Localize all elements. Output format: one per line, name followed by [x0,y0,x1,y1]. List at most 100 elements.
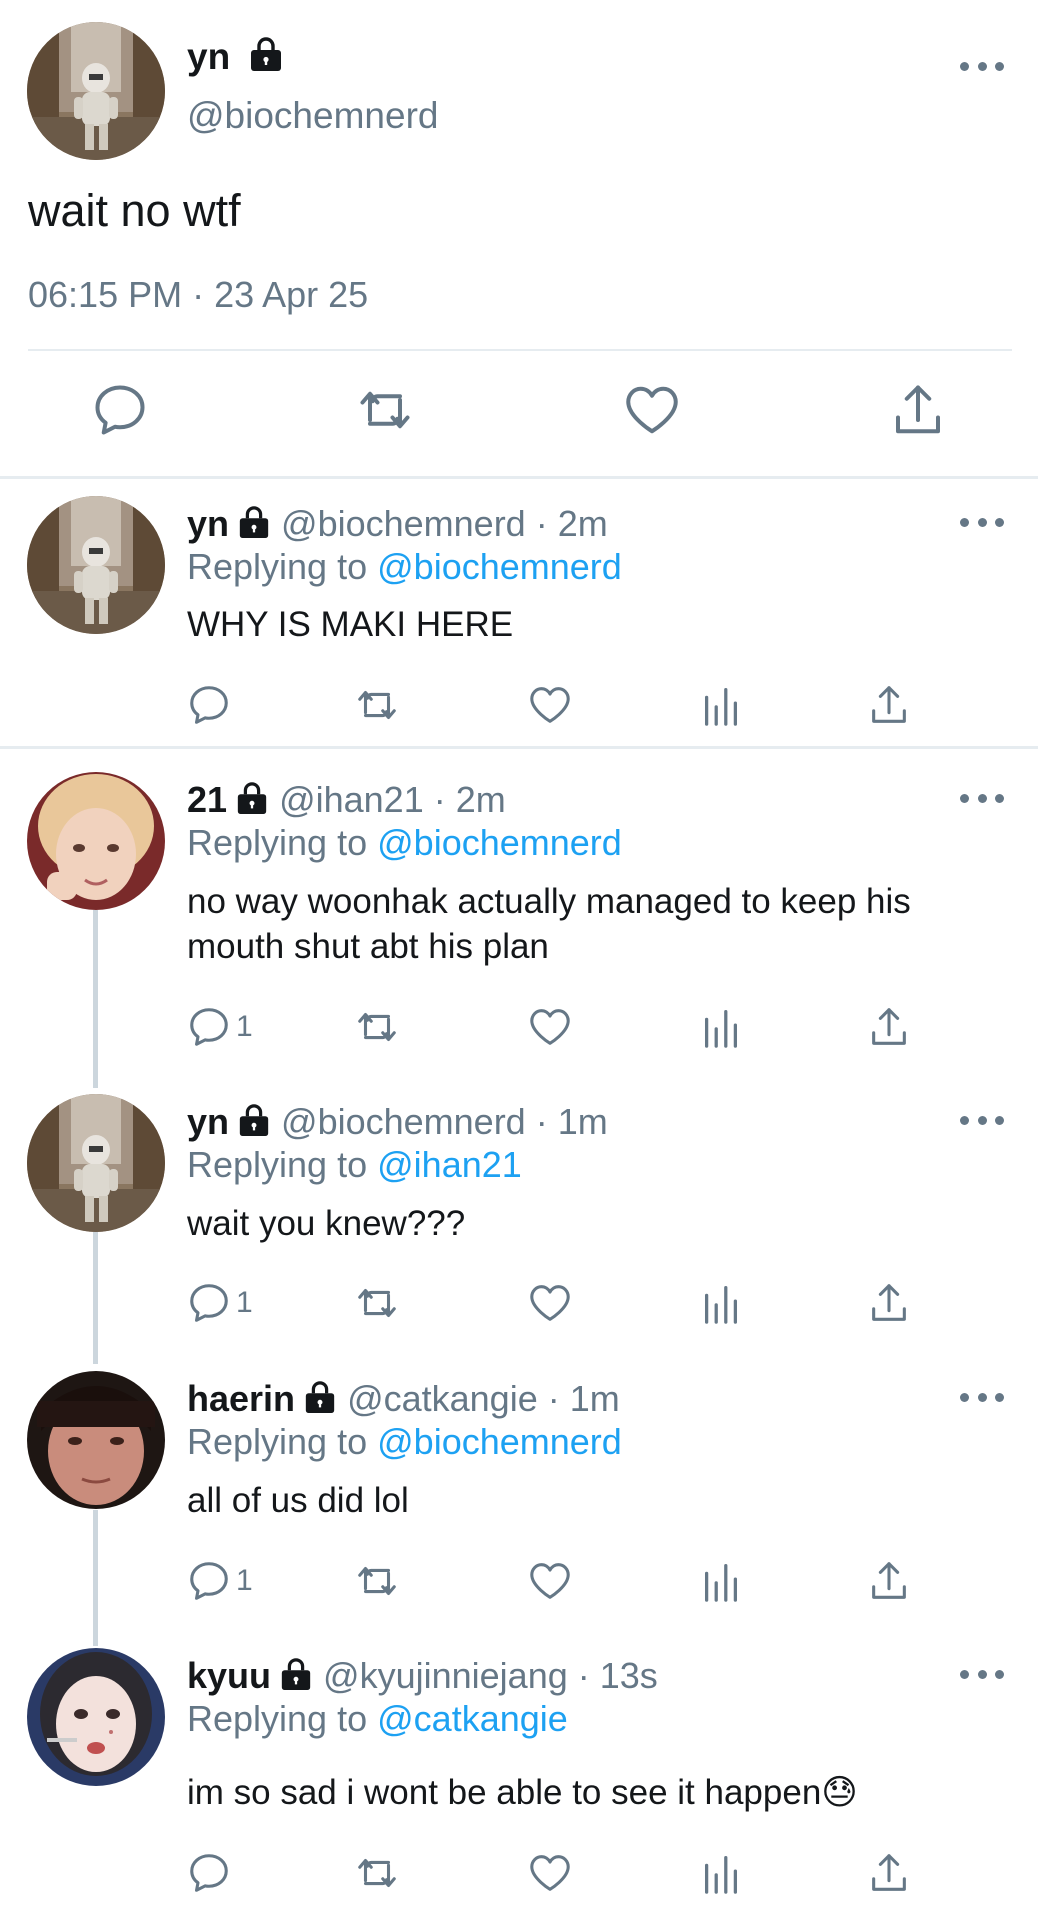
avatar-image [27,496,165,634]
lock-icon [279,1657,313,1691]
avatar[interactable] [27,1094,165,1232]
lock-icon [237,1103,271,1137]
mention-link[interactable]: @biochemnerd [377,546,622,587]
reply-header: yn @biochemnerd · 2m [187,502,608,546]
share-icon [866,682,912,728]
reply-text: no way woonhak actually managed to keep … [187,882,911,966]
share-button[interactable] [866,1278,912,1328]
handle-time[interactable]: @catkangie · 1m [347,1378,620,1419]
analytics-button[interactable] [698,1556,744,1606]
retweet-icon [354,682,400,728]
avatar[interactable] [27,1648,165,1786]
like-button[interactable] [527,1556,573,1606]
share-icon [866,1850,912,1896]
display-name[interactable]: haerin [187,1378,295,1419]
mention-link[interactable]: @ihan21 [377,1144,522,1185]
analytics-icon [698,1558,744,1604]
display-name[interactable]: kyuu [187,1655,271,1696]
handle-time[interactable]: @biochemnerd · 1m [281,1101,608,1142]
like-button[interactable] [622,380,682,440]
avatar-image [27,1371,165,1509]
reply-button[interactable] [186,680,232,730]
more-options-icon[interactable] [960,1110,1004,1130]
reply-button[interactable]: 1 [186,1002,253,1052]
retweet-button[interactable] [354,1002,400,1052]
reply-tweet[interactable]: 21 @ihan21 · 2m Replying to @biochemnerd… [0,772,1038,1072]
avatar[interactable] [27,1371,165,1509]
like-icon [527,1558,573,1604]
analytics-button[interactable] [698,1002,744,1052]
tweet-actions [0,380,1038,450]
reply-tweet[interactable]: kyuu @kyujinniejang · 13s Replying to @c… [0,1648,1038,1920]
display-name[interactable]: 21 [187,779,227,820]
share-button[interactable] [888,380,948,440]
reply-text: wait you knew??? [187,1204,466,1243]
like-button[interactable] [527,1278,573,1328]
section-divider [0,476,1038,479]
avatar[interactable] [27,22,165,160]
retweet-button[interactable] [354,680,400,730]
avatar-image [27,1648,165,1786]
display-name[interactable]: yn [187,1101,229,1142]
reply-actions [0,680,1038,730]
reply-tweet[interactable]: yn @biochemnerd · 1m Replying to @ihan21… [0,1094,1038,1344]
more-options-icon[interactable] [960,1664,1004,1684]
replying-to: Replying to @biochemnerd [187,545,622,589]
retweet-icon [354,1004,400,1050]
replying-prefix: Replying to [187,1144,368,1185]
reply-icon [186,1850,232,1896]
reply-button[interactable]: 1 [186,1556,253,1606]
mention-link[interactable]: @biochemnerd [377,822,622,863]
handle-time[interactable]: @biochemnerd · 2m [281,503,608,544]
analytics-button[interactable] [698,1848,744,1898]
lock-icon [237,505,271,539]
more-options-icon[interactable] [960,512,1004,532]
handle-time[interactable]: @ihan21 · 2m [279,779,506,820]
more-options-icon[interactable] [960,1387,1004,1407]
share-button[interactable] [866,1002,912,1052]
reply-button[interactable]: 1 [186,1278,253,1328]
reply-tweet[interactable]: haerin @catkangie · 1m Replying to @bioc… [0,1371,1038,1621]
reply-button[interactable] [186,1848,232,1898]
replying-prefix: Replying to [187,1698,368,1739]
more-options-icon[interactable] [960,56,1004,76]
divider [28,349,1012,351]
reply-actions [0,1848,1038,1898]
avatar[interactable] [27,496,165,634]
reply-button[interactable] [90,380,150,440]
handle[interactable]: @biochemnerd [187,93,438,139]
share-button[interactable] [866,680,912,730]
tweet-timestamp[interactable]: 06:15 PM · 23 Apr 25 [28,272,368,318]
lock-icon [248,36,284,72]
avatar-image [27,772,165,910]
share-button[interactable] [866,1848,912,1898]
reply-text: im so sad i wont be able to see it happe… [187,1773,858,1812]
analytics-icon [698,1850,744,1896]
display-name[interactable]: yn [187,34,284,80]
handle-time[interactable]: @kyujinniejang · 13s [323,1655,658,1696]
analytics-button[interactable] [698,680,744,730]
reply-tweet[interactable]: yn @biochemnerd · 2m Replying to @bioche… [0,496,1038,736]
analytics-button[interactable] [698,1278,744,1328]
reply-icon [186,1004,232,1050]
retweet-button[interactable] [354,1278,400,1328]
tweet-text: wait no wtf [28,185,241,236]
retweet-button[interactable] [354,1556,400,1606]
retweet-button[interactable] [354,1848,400,1898]
share-button[interactable] [866,1556,912,1606]
reply-count: 1 [236,1286,253,1319]
like-button[interactable] [527,1848,573,1898]
reply-header: yn @biochemnerd · 1m [187,1100,608,1144]
like-icon [622,380,682,440]
retweet-button[interactable] [355,380,415,440]
like-button[interactable] [527,1002,573,1052]
display-name[interactable]: yn [187,503,229,544]
reply-actions: 1 [0,1002,1038,1052]
like-button[interactable] [527,680,573,730]
analytics-icon [698,1004,744,1050]
mention-link[interactable]: @biochemnerd [377,1421,622,1462]
avatar[interactable] [27,772,165,910]
more-options-icon[interactable] [960,788,1004,808]
mention-link[interactable]: @catkangie [377,1698,568,1739]
replying-to: Replying to @ihan21 [187,1143,522,1187]
